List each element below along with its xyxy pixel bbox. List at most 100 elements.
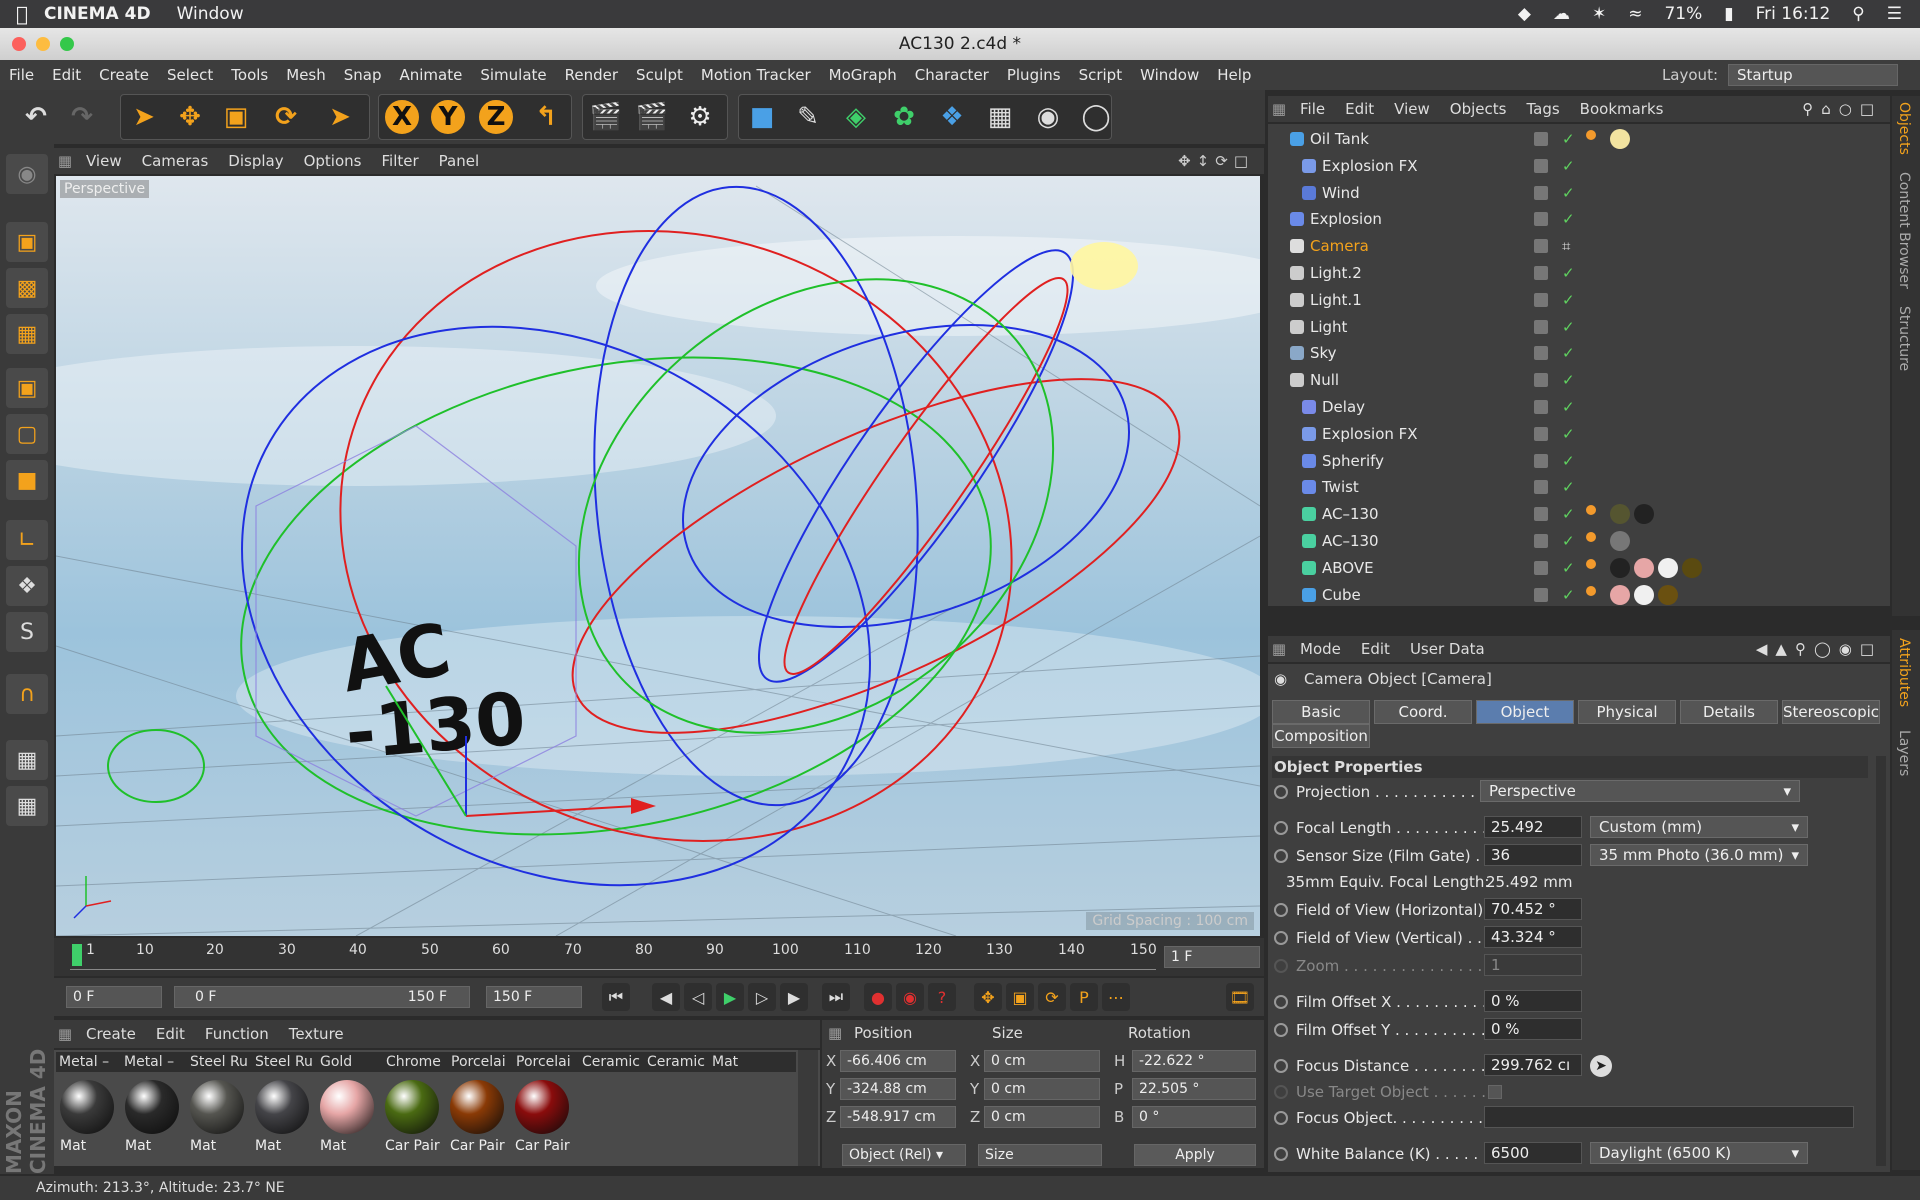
timeline[interactable]: 1 10 20 30 40 50 60 70 80 90 100 110 120… bbox=[54, 938, 1264, 976]
magnet-icon[interactable]: ∩ bbox=[6, 674, 48, 714]
rotation-field[interactable]: 22.505 ° bbox=[1132, 1078, 1256, 1100]
object-row[interactable]: Explosion FX ✓ bbox=[1268, 153, 1890, 179]
object-name[interactable]: Camera bbox=[1310, 233, 1369, 259]
animate-radio[interactable] bbox=[1274, 995, 1288, 1009]
attributes-menu-mode[interactable]: Mode bbox=[1290, 640, 1351, 658]
animate-radio[interactable] bbox=[1274, 1147, 1288, 1161]
object-tag-icon[interactable] bbox=[1586, 505, 1596, 516]
layer-color-icon[interactable] bbox=[1534, 158, 1548, 173]
object-row[interactable]: Wind ✓ bbox=[1268, 180, 1890, 206]
tweak-mode-icon[interactable]: ❖ bbox=[6, 566, 48, 606]
tab-stereoscopic[interactable]: Stereoscopic bbox=[1782, 700, 1880, 724]
attributes-scrollbar[interactable] bbox=[1876, 756, 1886, 1166]
snap-icon[interactable]: S bbox=[6, 612, 48, 652]
make-editable-icon[interactable]: ◉ bbox=[6, 154, 48, 194]
cloner-icon[interactable]: ✿ bbox=[882, 95, 926, 139]
focal-length-input[interactable]: 25.492 bbox=[1484, 816, 1582, 838]
viewport-menu-panel[interactable]: Panel bbox=[429, 152, 489, 170]
material-name[interactable]: Metal – bbox=[124, 1052, 174, 1072]
animate-radio[interactable] bbox=[1274, 1023, 1288, 1037]
object-row[interactable]: Light.1 ✓ bbox=[1268, 287, 1890, 313]
object-row[interactable]: Sky ✓ bbox=[1268, 340, 1890, 366]
size-field[interactable]: 0 cm bbox=[984, 1106, 1100, 1128]
wifi-icon[interactable]: ≈ bbox=[1628, 4, 1642, 24]
enabled-check-icon[interactable]: ✓ bbox=[1562, 582, 1575, 608]
object-row[interactable]: Twist ✓ bbox=[1268, 474, 1890, 500]
material-menu-edit[interactable]: Edit bbox=[146, 1025, 195, 1043]
material-menu-function[interactable]: Function bbox=[195, 1025, 279, 1043]
tab-physical[interactable]: Physical bbox=[1578, 700, 1676, 724]
record-keys-icon[interactable]: ● bbox=[864, 983, 892, 1011]
material-menu-texture[interactable]: Texture bbox=[279, 1025, 354, 1043]
enabled-check-icon[interactable]: ✓ bbox=[1562, 474, 1575, 500]
light-icon[interactable]: ◯ bbox=[1074, 95, 1118, 139]
object-name[interactable]: Delay bbox=[1322, 394, 1365, 420]
close-window-button[interactable] bbox=[12, 37, 26, 51]
side-tab-content-browser[interactable]: Content Browser bbox=[1896, 172, 1912, 289]
material-swatch[interactable]: Car Pair bbox=[446, 1072, 508, 1184]
film-offset-x-input[interactable]: 0 % bbox=[1484, 990, 1582, 1012]
material-name[interactable]: Ceramic bbox=[647, 1052, 705, 1072]
object-row[interactable]: Oil Tank ✓ bbox=[1268, 126, 1890, 152]
cloud-icon[interactable]: ☁ bbox=[1553, 4, 1570, 24]
enabled-check-icon[interactable]: ✓ bbox=[1562, 180, 1575, 206]
render-view-icon[interactable]: 🎬 bbox=[584, 95, 628, 139]
viewport[interactable]: AC -130 Perspective Grid Spacing : 100 c… bbox=[56, 176, 1260, 936]
menu-motion-tracker[interactable]: Motion Tracker bbox=[692, 66, 820, 84]
enabled-check-icon[interactable]: ✓ bbox=[1562, 153, 1575, 179]
minimize-window-button[interactable] bbox=[36, 37, 50, 51]
material-swatch[interactable]: Mat bbox=[186, 1072, 248, 1184]
material-swatch[interactable]: Car Pair bbox=[511, 1072, 573, 1184]
points-mode-icon[interactable]: ▣ bbox=[6, 368, 48, 408]
go-to-start-icon[interactable]: ⏮ bbox=[602, 983, 630, 1011]
frame-range-slider[interactable]: 0 F 150 F bbox=[174, 986, 470, 1008]
fov-vertical-input[interactable]: 43.324 ° bbox=[1484, 926, 1582, 948]
object-name[interactable]: Twist bbox=[1322, 474, 1359, 500]
object-tag-icon[interactable] bbox=[1586, 532, 1596, 542]
tab-composition[interactable]: Composition bbox=[1272, 724, 1370, 748]
attributes-grip-icon[interactable]: ▦ bbox=[1268, 640, 1290, 658]
bluetooth-icon[interactable]: ✶ bbox=[1592, 4, 1606, 24]
object-tag-icon[interactable] bbox=[1682, 557, 1702, 578]
camera-icon[interactable]: ◉ bbox=[1026, 95, 1070, 139]
object-row[interactable]: Camera ⌗ bbox=[1268, 233, 1890, 259]
layer-color-icon[interactable] bbox=[1534, 373, 1548, 388]
menu-tools[interactable]: Tools bbox=[222, 66, 277, 84]
viewport-navigation-icons[interactable]: ✥↕⟳□ bbox=[1178, 152, 1264, 170]
object-tag-icon[interactable] bbox=[1586, 130, 1596, 140]
objects-search-icon[interactable]: ⚲⌂○□ bbox=[1802, 100, 1890, 118]
key-parameter-icon[interactable]: P bbox=[1070, 983, 1098, 1011]
menu-create[interactable]: Create bbox=[90, 66, 158, 84]
layer-color-icon[interactable] bbox=[1534, 426, 1548, 441]
object-row[interactable]: Spherify ✓ bbox=[1268, 448, 1890, 474]
material-menu-create[interactable]: Create bbox=[76, 1025, 146, 1043]
battery-icon[interactable]: ▮ bbox=[1724, 4, 1733, 24]
attributes-menu-edit[interactable]: Edit bbox=[1351, 640, 1400, 658]
enabled-check-icon[interactable]: ✓ bbox=[1562, 555, 1575, 581]
side-tab-attributes[interactable]: Attributes bbox=[1896, 638, 1912, 707]
coords-grip-icon[interactable]: ▦ bbox=[828, 1024, 842, 1042]
object-tag-icon[interactable] bbox=[1634, 557, 1654, 578]
current-frame-field[interactable]: 1 F bbox=[1164, 946, 1260, 968]
object-row[interactable]: Explosion FX ✓ bbox=[1268, 421, 1890, 447]
material-name[interactable]: Steel Ru bbox=[255, 1052, 313, 1072]
object-tag-icon[interactable] bbox=[1610, 584, 1630, 605]
object-tag-icon[interactable] bbox=[1658, 584, 1678, 605]
focus-distance-input[interactable]: 299.762 cı bbox=[1484, 1054, 1582, 1076]
material-name[interactable]: Mat bbox=[712, 1052, 738, 1072]
z-axis-lock-button[interactable]: Z bbox=[474, 95, 518, 139]
x-axis-lock-button[interactable]: X bbox=[380, 95, 424, 139]
attributes-nav-icons[interactable]: ◀▲⚲◯◉□ bbox=[1756, 640, 1890, 658]
viewport-menu-filter[interactable]: Filter bbox=[371, 152, 428, 170]
layer-color-icon[interactable] bbox=[1534, 400, 1548, 414]
cube-icon[interactable]: ■ bbox=[740, 95, 784, 139]
material-name[interactable]: Chrome bbox=[386, 1052, 441, 1072]
deformer-icon[interactable]: ❖ bbox=[930, 95, 974, 139]
object-tag-icon[interactable] bbox=[1610, 504, 1630, 525]
tab-details[interactable]: Details bbox=[1680, 700, 1778, 724]
apple-icon[interactable]:  bbox=[0, 2, 44, 26]
floor-icon[interactable]: ▦ bbox=[978, 95, 1022, 139]
side-tab-layers[interactable]: Layers bbox=[1896, 730, 1912, 776]
object-name[interactable]: AC–130 bbox=[1322, 528, 1379, 554]
rotation-field[interactable]: 0 ° bbox=[1132, 1106, 1256, 1128]
